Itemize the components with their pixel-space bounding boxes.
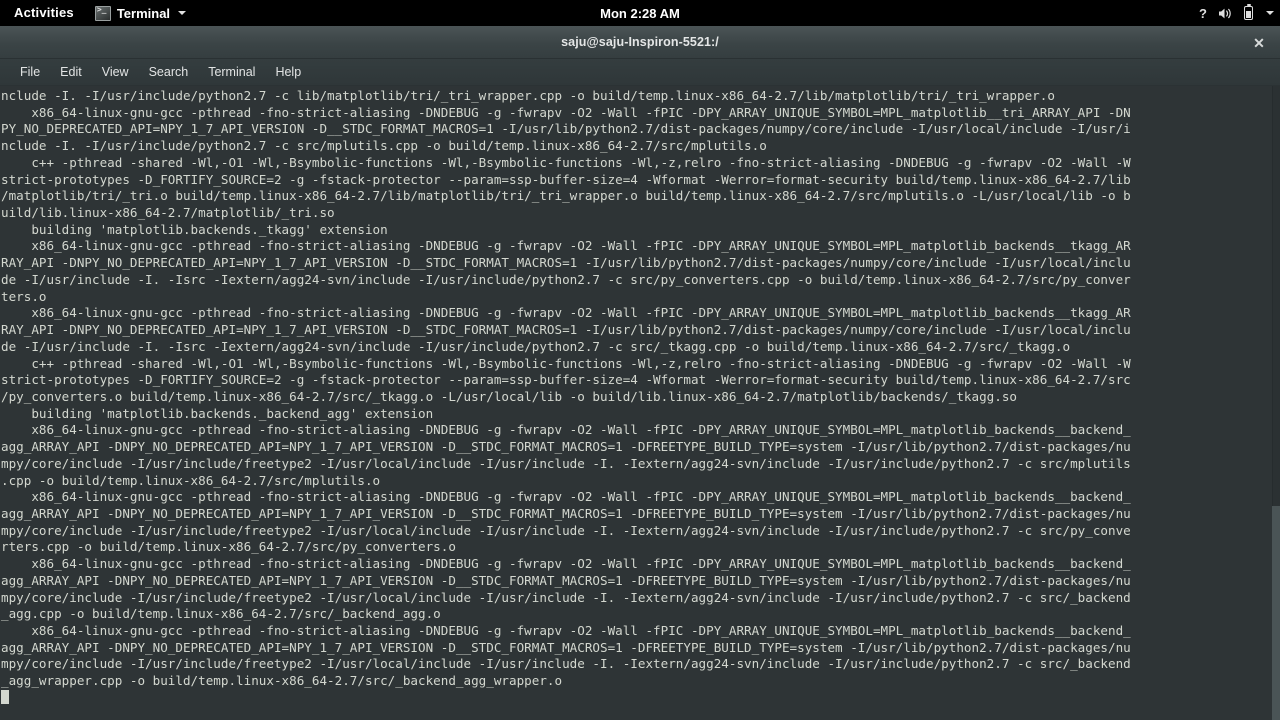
terminal-line: PY_NO_DEPRECATED_API=NPY_1_7_API_VERSION… xyxy=(1,121,1131,137)
terminal-line: nclude -I. -I/usr/include/python2.7 -c s… xyxy=(1,138,767,154)
volume-icon[interactable] xyxy=(1218,7,1233,20)
terminal-line: agg_ARRAY_API -DNPY_NO_DEPRECATED_API=NP… xyxy=(1,572,1131,588)
terminal-line: building 'matplotlib.backends._tkagg' ex… xyxy=(1,221,388,237)
terminal-line: ters.o xyxy=(1,288,47,304)
terminal-line: x86_64-linux-gnu-gcc -pthread -fno-stric… xyxy=(1,238,1131,254)
terminal-line: uild/lib.linux-x86_64-2.7/matplotlib/_tr… xyxy=(1,205,335,221)
terminal-line: agg_ARRAY_API -DNPY_NO_DEPRECATED_API=NP… xyxy=(1,639,1131,655)
activities-button[interactable]: Activities xyxy=(0,0,87,26)
terminal-line: .cpp -o build/temp.linux-x86_64-2.7/src/… xyxy=(1,472,381,488)
terminal-line: mpy/core/include -I/usr/include/freetype… xyxy=(1,656,1131,672)
terminal-scrollbar[interactable] xyxy=(1272,86,1280,720)
terminal-line: x86_64-linux-gnu-gcc -pthread -fno-stric… xyxy=(1,556,1131,572)
terminal-line: x86_64-linux-gnu-gcc -pthread -fno-stric… xyxy=(1,422,1131,438)
block-cursor xyxy=(1,689,9,704)
terminal-line: de -I/usr/include -I. -Isrc -Iextern/agg… xyxy=(1,338,1071,354)
terminal-line: rters.cpp -o build/temp.linux-x86_64-2.7… xyxy=(1,539,456,555)
menu-item-edit[interactable]: Edit xyxy=(50,62,92,82)
menu-bar: File Edit View Search Terminal Help xyxy=(0,59,1280,86)
terminal-line: agg_ARRAY_API -DNPY_NO_DEPRECATED_API=NP… xyxy=(1,505,1131,521)
terminal-line: RAY_API -DNPY_NO_DEPRECATED_API=NPY_1_7_… xyxy=(1,322,1131,338)
menu-item-search[interactable]: Search xyxy=(139,62,199,82)
window-titlebar[interactable]: saju@saju-Inspiron-5521:/ ✕ xyxy=(0,26,1280,59)
terminal-line: building 'matplotlib.backends._backend_a… xyxy=(1,405,434,421)
terminal-body[interactable]: nclude -I. -I/usr/include/python2.7 -c l… xyxy=(0,86,1280,720)
terminal-line: c++ -pthread -shared -Wl,-O1 -Wl,-Bsymbo… xyxy=(1,355,1131,371)
terminal-line: nclude -I. -I/usr/include/python2.7 -c l… xyxy=(1,88,1055,103)
terminal-line: x86_64-linux-gnu-gcc -pthread -fno-stric… xyxy=(1,489,1131,505)
terminal-cursor-line xyxy=(1,689,1272,707)
terminal-line: x86_64-linux-gnu-gcc -pthread -fno-stric… xyxy=(1,104,1131,120)
terminal-line: c++ -pthread -shared -Wl,-O1 -Wl,-Bsymbo… xyxy=(1,154,1131,170)
terminal-line: _agg_wrapper.cpp -o build/temp.linux-x86… xyxy=(1,673,563,689)
terminal-line: mpy/core/include -I/usr/include/freetype… xyxy=(1,589,1131,605)
terminal-window: saju@saju-Inspiron-5521:/ ✕ File Edit Vi… xyxy=(0,26,1280,720)
system-tray: ? xyxy=(1199,0,1274,26)
terminal-line: RAY_API -DNPY_NO_DEPRECATED_API=NPY_1_7_… xyxy=(1,255,1131,271)
clock-label: Mon 2:28 AM xyxy=(600,5,680,21)
terminal-line: mpy/core/include -I/usr/include/freetype… xyxy=(1,455,1131,471)
close-icon[interactable]: ✕ xyxy=(1246,26,1272,59)
terminal-line: /py_converters.o build/temp.linux-x86_64… xyxy=(1,388,1017,404)
terminal-line: _agg.cpp -o build/temp.linux-x86_64-2.7/… xyxy=(1,606,441,622)
scrollbar-thumb[interactable] xyxy=(1272,506,1280,720)
terminal-line: agg_ARRAY_API -DNPY_NO_DEPRECATED_API=NP… xyxy=(1,439,1131,455)
chevron-down-icon[interactable] xyxy=(1266,11,1274,15)
help-icon[interactable]: ? xyxy=(1199,7,1207,20)
terminal-output[interactable]: nclude -I. -I/usr/include/python2.7 -c l… xyxy=(0,86,1272,720)
chevron-down-icon xyxy=(178,11,187,15)
app-menu-label: Terminal xyxy=(116,5,171,21)
menu-item-help[interactable]: Help xyxy=(265,62,311,82)
menu-item-view[interactable]: View xyxy=(92,62,139,82)
gnome-top-bar: Activities Terminal Mon 2:28 AM ? xyxy=(0,0,1280,26)
terminal-line: mpy/core/include -I/usr/include/freetype… xyxy=(1,522,1131,538)
terminal-line: strict-prototypes -D_FORTIFY_SOURCE=2 -g… xyxy=(1,171,1131,187)
terminal-line: strict-prototypes -D_FORTIFY_SOURCE=2 -g… xyxy=(1,372,1131,388)
terminal-icon xyxy=(94,5,111,21)
battery-icon[interactable] xyxy=(1244,4,1253,20)
terminal-line: /matplotlib/tri/_tri.o build/temp.linux-… xyxy=(1,188,1131,204)
terminal-line: x86_64-linux-gnu-gcc -pthread -fno-stric… xyxy=(1,305,1131,321)
terminal-line: de -I/usr/include -I. -Isrc -Iextern/agg… xyxy=(1,271,1131,287)
menu-item-terminal[interactable]: Terminal xyxy=(198,62,265,82)
menu-item-file[interactable]: File xyxy=(10,62,50,82)
app-menu-button[interactable]: Terminal xyxy=(87,0,194,26)
terminal-line: x86_64-linux-gnu-gcc -pthread -fno-stric… xyxy=(1,623,1131,638)
window-title: saju@saju-Inspiron-5521:/ xyxy=(561,35,719,49)
